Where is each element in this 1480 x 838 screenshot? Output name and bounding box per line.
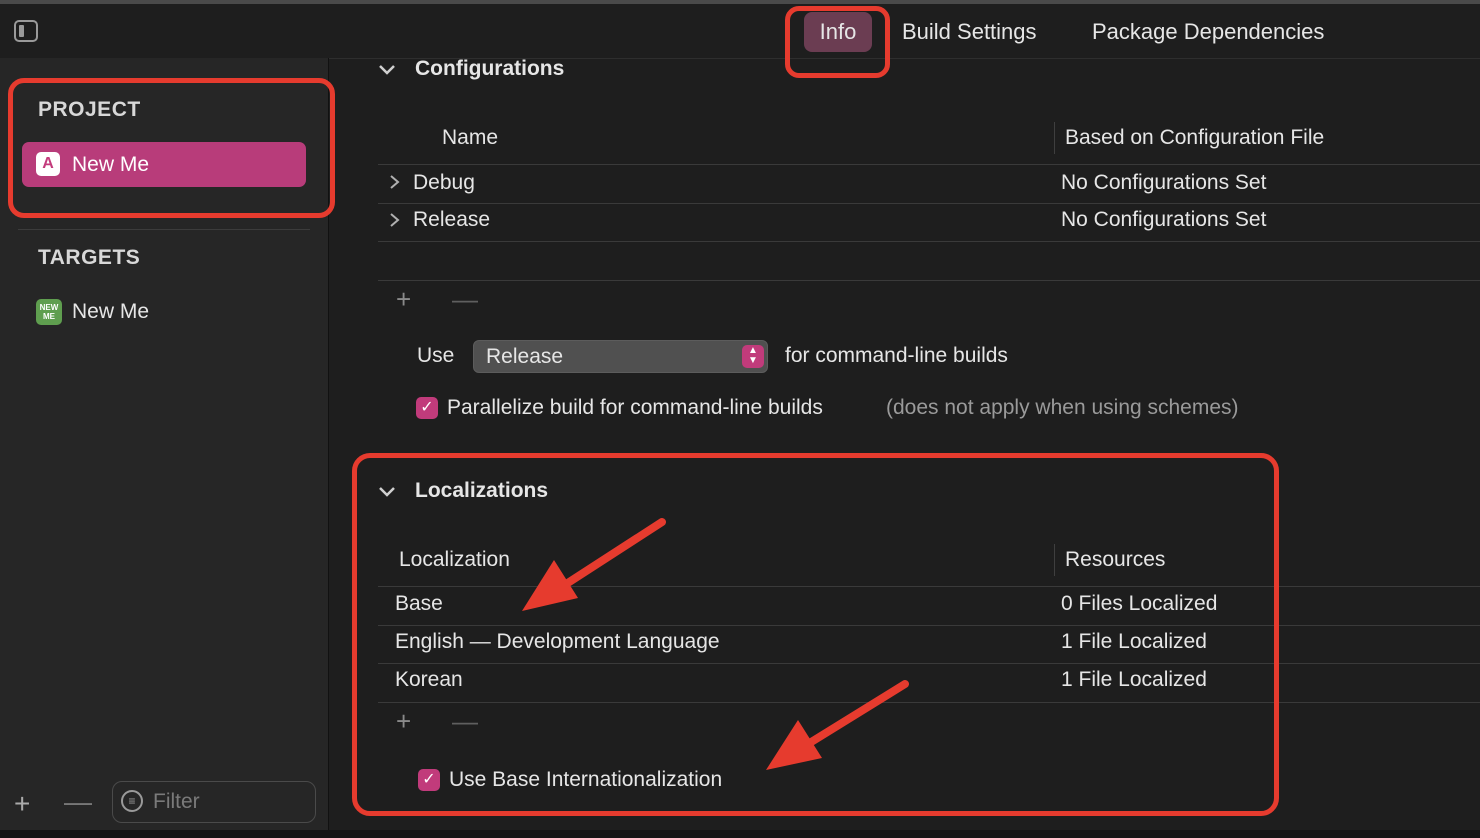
- use-label: Use: [417, 344, 455, 367]
- target-app-icon: NEW ME: [36, 299, 62, 325]
- table-divider: [378, 280, 1480, 281]
- parallelize-label: Parallelize build for command-line build…: [447, 396, 823, 419]
- use-suffix-label: for command-line builds: [785, 344, 1008, 367]
- config-file: No Configurations Set: [1061, 171, 1267, 194]
- add-target-button[interactable]: +: [14, 788, 30, 820]
- tab-build-settings[interactable]: Build Settings: [902, 12, 1037, 52]
- parallelize-checkbox[interactable]: ✓: [416, 397, 438, 419]
- build-configuration-select[interactable]: Release ▲ ▼: [473, 340, 768, 373]
- select-value: Release: [486, 345, 564, 368]
- tab-package-dependencies[interactable]: Package Dependencies: [1092, 12, 1324, 52]
- sidebar-toggle-icon[interactable]: [14, 20, 38, 42]
- column-header-name[interactable]: Name: [442, 126, 498, 150]
- remove-configuration-button[interactable]: —: [452, 284, 478, 315]
- add-configuration-button[interactable]: +: [396, 284, 411, 315]
- annotation-highlight-localizations: [352, 453, 1279, 816]
- filter-icon: ≡: [121, 790, 143, 812]
- configurations-section-title: Configurations: [415, 57, 565, 80]
- column-divider: [1054, 122, 1055, 154]
- remove-target-button[interactable]: —: [64, 786, 92, 818]
- config-name: Release: [413, 208, 491, 231]
- config-name: Debug: [413, 171, 475, 194]
- chevron-down-icon[interactable]: [378, 58, 396, 85]
- column-header-config-file[interactable]: Based on Configuration File: [1065, 126, 1324, 150]
- chevron-right-icon[interactable]: [388, 209, 402, 237]
- stepper-icon: ▲ ▼: [742, 345, 764, 368]
- table-row[interactable]: Debug No Configurations Set: [378, 166, 1480, 204]
- table-divider: [378, 241, 1480, 242]
- filter-input[interactable]: [151, 786, 305, 818]
- parallelize-note: (does not apply when using schemes): [886, 396, 1239, 419]
- chevron-right-icon[interactable]: [388, 171, 402, 199]
- targets-section-header: TARGETS: [38, 246, 141, 269]
- window-bottom-edge: [0, 830, 1480, 838]
- annotation-highlight-project: [8, 78, 335, 218]
- sidebar-filter[interactable]: ≡: [112, 781, 316, 823]
- sidebar-divider: [18, 229, 310, 230]
- annotation-highlight-info-tab: [785, 6, 890, 78]
- sidebar-item-target[interactable]: New Me: [72, 298, 149, 326]
- table-row[interactable]: Release No Configurations Set: [378, 204, 1480, 242]
- config-file: No Configurations Set: [1061, 208, 1267, 231]
- table-divider: [378, 164, 1480, 165]
